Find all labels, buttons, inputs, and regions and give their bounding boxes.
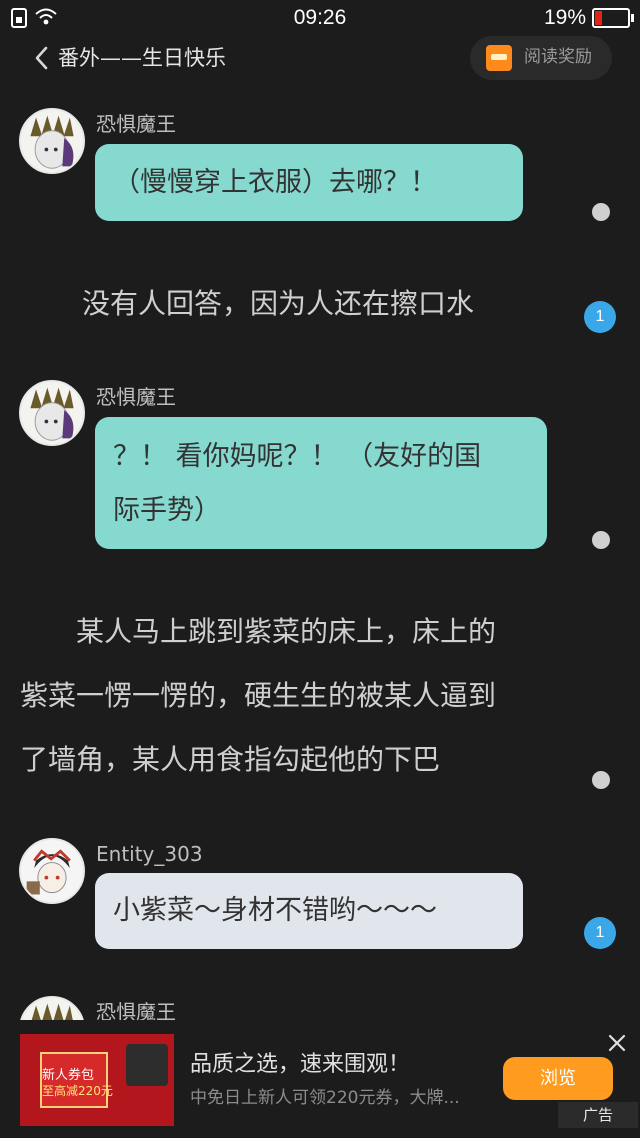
battery-icon xyxy=(592,8,634,28)
narration-line: 紫菜一愣一愣的，硬生生的被某人逼到 xyxy=(20,679,497,712)
sender-name: Entity_303 xyxy=(96,842,203,866)
avatar[interactable] xyxy=(19,108,85,174)
battery-percent: 19% xyxy=(543,6,586,29)
comment-count-badge[interactable]: 1 xyxy=(584,301,616,333)
comment-count-badge[interactable]: 1 xyxy=(584,917,616,949)
chat-bubble-line: ？！ 看你妈呢？！ （友好的国 xyxy=(113,441,482,472)
reading-reward-button[interactable]: 阅读奖励 xyxy=(470,36,612,80)
comment-dot[interactable] xyxy=(592,203,610,221)
chat-bubble[interactable]: （慢慢穿上衣服）去哪？！ xyxy=(95,144,523,221)
browse-button[interactable]: 浏览 xyxy=(503,1057,613,1100)
gift-icon xyxy=(486,45,512,71)
avatar[interactable] xyxy=(19,838,85,904)
ad-image[interactable]: 新人券包 至高减220元 xyxy=(20,1034,174,1126)
narration-text: 某人马上跳到紫菜的床上，床上的 紫菜一愣一愣的，硬生生的被某人逼到 了墙角，某人… xyxy=(20,600,580,792)
chat-bubble[interactable]: 小紫菜～身材不错哟～～～ xyxy=(95,873,523,949)
close-icon[interactable] xyxy=(606,1032,628,1054)
page-title[interactable]: 番外——生日快乐 xyxy=(58,44,226,72)
chat-bubble-line: 际手势） xyxy=(113,495,221,526)
ad-description[interactable]: 中免日上新人可领220元券，大牌... xyxy=(190,1086,460,1110)
narration-text: 没有人回答，因为人还在擦口水 xyxy=(82,287,475,320)
chat-bubble[interactable]: ？！ 看你妈呢？！ （友好的国 际手势） xyxy=(95,417,547,549)
status-bar: 09:26 19% xyxy=(0,0,640,36)
narration-line: 了墙角，某人用食指勾起他的下巴 xyxy=(20,743,441,776)
ad-tag: 广告 xyxy=(558,1102,638,1128)
narration-line: 某人马上跳到紫菜的床上，床上的 xyxy=(20,615,497,648)
sender-name: 恐惧魔王 xyxy=(96,112,176,136)
back-chevron-icon[interactable] xyxy=(30,44,54,72)
comment-dot[interactable] xyxy=(592,771,610,789)
reading-reward-label: 阅读奖励 xyxy=(524,47,592,67)
ad-image-text: 新人券包 xyxy=(42,1068,95,1083)
avatar[interactable] xyxy=(19,380,85,446)
ad-title[interactable]: 品质之选，速来围观！ xyxy=(190,1050,410,1080)
ad-image-text: 至高减220元 xyxy=(42,1084,113,1098)
sender-name: 恐惧魔王 xyxy=(96,385,176,409)
comment-dot[interactable] xyxy=(592,531,610,549)
